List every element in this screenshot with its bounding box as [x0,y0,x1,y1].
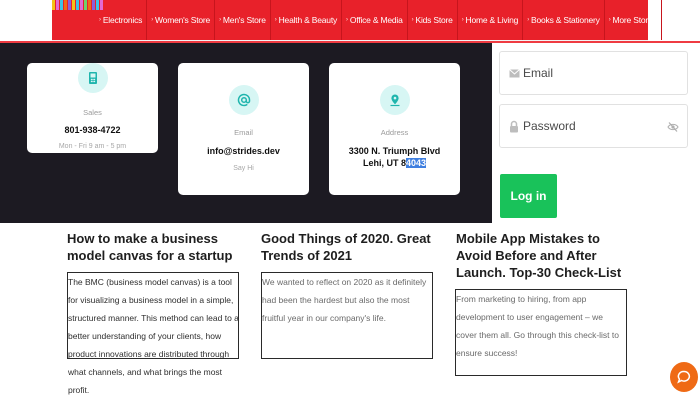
nav-item-kids-store[interactable]: › Kids Store [408,0,458,40]
post-title-3[interactable]: Mobile App Mistakes to Avoid Before and … [456,230,636,281]
chevron-right-icon: › [151,17,153,23]
address-card: Address 3300 N. Triumph Blvd Lehi, UT 84… [329,63,460,195]
nav-item-electronics[interactable]: › Electronics [95,0,148,40]
chevron-right-icon: › [346,17,348,23]
post-excerpt-3: From marketing to hiring, from app devel… [456,294,619,358]
top-nav: › Electronics › Women's Store › Men's Store… [0,0,700,43]
nav-item-womens-store[interactable]: › Women's Store [147,0,216,40]
address-line-1: 3300 N. Triumph Blvd [348,146,441,156]
email-address[interactable]: info@strides.dev [178,145,309,157]
nav-item-mens-store[interactable]: › Men's Store [215,0,271,40]
chevron-right-icon: › [411,17,414,23]
chevron-right-icon: › [608,17,611,23]
address-line-2-text: Lehi, UT 8 [362,158,406,168]
map-pin-icon [380,85,410,115]
login-button[interactable]: Log in [500,174,557,218]
chevron-right-icon: › [274,17,277,23]
eye-slash-icon[interactable] [667,120,679,138]
address-label: Address [380,128,409,137]
nav-item-more-stores[interactable]: › More Stores [605,0,662,40]
page: › Electronics › Women's Store › Men's Store… [0,0,700,400]
email-input[interactable] [523,66,663,80]
post-excerpt-2: We wanted to reflect on 2020 as it defin… [262,277,427,323]
post-excerpt-1: The BMC (business model canvas) is a too… [68,277,239,395]
nav-item-books-stationery[interactable]: › Books & Stationery [523,0,605,40]
selected-text: 4043 [405,158,427,168]
chevron-right-icon: › [461,17,464,23]
nav-item-home-living[interactable]: › Home & Living [458,0,524,40]
nav-menu: › Electronics › Women's Store › Men's Store… [95,0,700,40]
post-title-2[interactable]: Good Things of 2020. Great Trends of 202… [261,230,433,264]
lock-icon [508,120,520,132]
chevron-right-icon: › [219,17,221,23]
chat-bubble-icon [677,370,691,384]
sales-phone[interactable]: 801-938-4722 [27,124,158,136]
chat-button[interactable] [670,362,698,392]
email-card: Email info@strides.dev Say Hi [178,63,309,195]
nav-item-clearance-sale[interactable]: Clearance Sale 2022 [662,0,700,40]
envelope-icon [508,67,520,79]
address-line-2: Lehi, UT 84043 [329,157,460,169]
email-label: Email [234,128,253,137]
sales-hours: Mon - Fri 9 am - 5 pm [58,143,127,150]
password-field[interactable] [499,104,688,148]
chevron-right-icon: › [99,17,101,23]
phone-icon [78,63,108,93]
password-input[interactable] [523,119,663,133]
sales-label: Sales [83,108,102,117]
nav-item-health-beauty[interactable]: › Health & Beauty [271,0,343,40]
post-title-1[interactable]: How to make a business model canvas for … [67,230,247,264]
email-field[interactable] [499,51,688,95]
email-tagline: Say Hi [233,165,254,172]
at-sign-icon [229,85,259,115]
nav-item-office-media[interactable]: › Office & Media [342,0,408,40]
sales-card: Sales 801-938-4722 Mon - Fri 9 am - 5 pm [27,63,158,153]
chevron-right-icon: › [527,17,529,23]
